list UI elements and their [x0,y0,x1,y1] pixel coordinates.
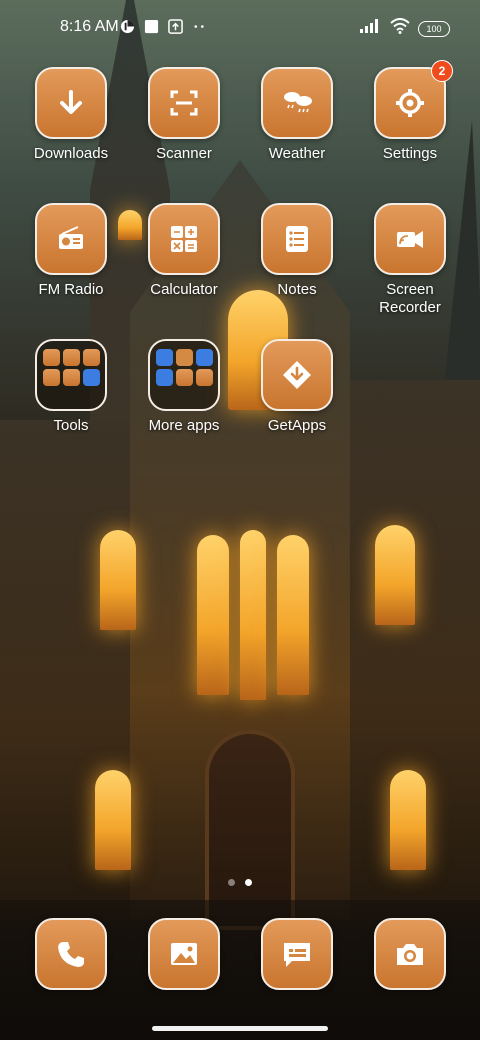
app-notes[interactable]: Notes [242,203,352,299]
wifi-icon [390,18,410,39]
page-dot[interactable] [228,879,235,886]
signal-icon [360,19,382,38]
app-label: More apps [148,417,220,434]
folder-icon [35,339,107,411]
scanner-icon [148,67,220,139]
folder-app-icon [42,349,60,366]
folder-app-icon [155,369,173,386]
status-system-icons: 100 [360,18,450,39]
app-label: Settings [382,145,438,162]
square-notification-icon [144,19,159,34]
folder-app-icon [155,349,173,366]
page-indicator [0,879,480,886]
camera-icon [374,918,446,990]
app-label: GetApps [267,417,327,434]
getapps-icon [261,339,333,411]
page-dot-active[interactable] [245,879,252,886]
app-label: Weather [268,145,326,162]
dock-gallery[interactable] [129,918,239,990]
app-weather[interactable]: Weather [242,67,352,163]
folder-app-icon [62,369,80,386]
app-label: FM Radio [38,281,104,298]
dock-camera[interactable] [355,918,465,990]
upload-icon [168,19,183,34]
app-label: Tools [53,417,89,434]
notes-icon [261,203,333,275]
app-calculator[interactable]: Calculator [129,203,239,299]
folder-app-icon [82,369,100,386]
app-settings[interactable]: 2 Settings [355,60,465,163]
gear-icon: 2 [374,60,453,139]
folder-app-icon [62,349,80,366]
app-label: Screen Recorder [379,281,441,316]
wallpaper-window [277,535,309,695]
folder-app-icon [175,349,193,366]
wallpaper-window [95,770,131,870]
app-label: Notes [277,281,317,298]
screen-recorder-icon [374,203,446,275]
calculator-icon [148,203,220,275]
radio-icon [35,203,107,275]
wallpaper-window [375,525,415,625]
status-time: 8:16 AM [60,18,119,35]
app-getapps[interactable]: GetApps [242,339,352,435]
app-screen-recorder[interactable]: Screen Recorder [355,203,465,317]
weather-icon [261,67,333,139]
data-saver-icon [120,19,135,34]
gallery-icon [148,918,220,990]
dock-phone[interactable] [16,918,126,990]
app-label: Calculator [150,281,218,298]
folder-icon [148,339,220,411]
notification-badge: 2 [431,60,453,82]
app-label: Scanner [156,145,212,162]
battery-icon: 100 [418,20,450,37]
messages-icon [261,918,333,990]
wallpaper-window [100,530,136,630]
more-dots-icon [192,19,207,34]
wallpaper-window [390,770,426,870]
folder-tools[interactable]: Tools [16,339,126,435]
status-notification-icons [120,19,207,34]
app-scanner[interactable]: Scanner [129,67,239,163]
wallpaper-window [240,530,266,700]
folder-app-icon [195,369,213,386]
home-gesture-bar[interactable] [152,1026,328,1031]
folder-app-icon [42,369,60,386]
download-icon [35,67,107,139]
status-bar: 8:16 AM 100 [0,0,480,56]
app-fm-radio[interactable]: FM Radio [16,203,126,299]
folder-more-apps[interactable]: More apps [129,339,239,435]
folder-app-icon [82,349,100,366]
app-downloads[interactable]: Downloads [16,67,126,163]
wallpaper-window [197,535,229,695]
folder-app-icon [175,369,193,386]
app-label: Downloads [33,145,109,162]
folder-app-icon [195,349,213,366]
phone-icon [35,918,107,990]
dock-messages[interactable] [242,918,352,990]
